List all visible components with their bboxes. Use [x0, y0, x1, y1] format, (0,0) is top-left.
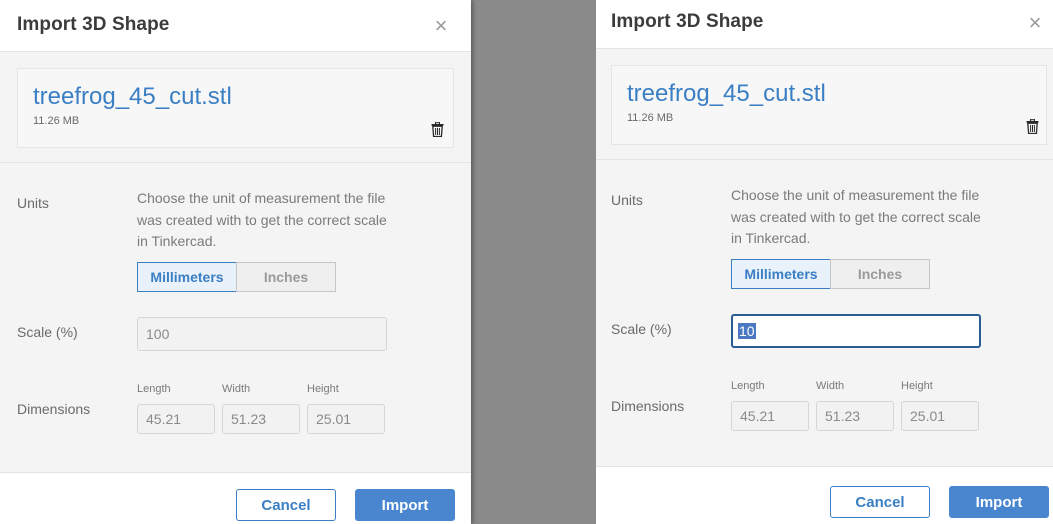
- height-field: 25.01: [307, 404, 385, 434]
- scale-value: 100: [146, 326, 170, 342]
- divider: [0, 162, 471, 163]
- inches-button[interactable]: Inches: [236, 262, 336, 292]
- dimensions-label: Dimensions: [17, 401, 91, 417]
- import-dialog-right: Import 3D Shape × treefrog_45_cut.stl 11…: [596, 0, 1053, 524]
- length-label: Length: [731, 380, 765, 392]
- file-name: treefrog_45_cut.stl: [33, 83, 232, 110]
- dialog-header: Import 3D Shape ×: [0, 0, 471, 52]
- file-size: 11.26 MB: [627, 112, 674, 124]
- import-button[interactable]: Import: [949, 486, 1049, 518]
- height-label: Height: [307, 383, 339, 395]
- scale-label: Scale (%): [17, 324, 78, 340]
- width-label: Width: [222, 383, 251, 395]
- width-field: 51.23: [222, 404, 300, 434]
- file-size: 11.26 MB: [33, 115, 80, 127]
- scale-input[interactable]: 10: [731, 314, 981, 348]
- file-card: treefrog_45_cut.stl 11.26 MB: [17, 68, 454, 148]
- divider: [596, 159, 1053, 160]
- length-label: Length: [137, 383, 171, 395]
- length-value: 45.21: [146, 411, 182, 427]
- dialog-footer: Cancel Import: [596, 468, 1053, 524]
- width-field: 51.23: [816, 401, 894, 431]
- close-icon[interactable]: ×: [1025, 11, 1045, 35]
- inches-button[interactable]: Inches: [830, 259, 930, 289]
- millimeters-button[interactable]: Millimeters: [137, 262, 237, 292]
- units-description: Choose the unit of measurement the file …: [137, 190, 387, 249]
- cancel-button[interactable]: Cancel: [830, 486, 930, 518]
- length-field: 45.21: [731, 401, 809, 431]
- import-dialog-left: Import 3D Shape × treefrog_45_cut.stl 11…: [0, 0, 471, 524]
- width-value: 51.23: [231, 411, 267, 427]
- units-toggle: Millimeters Inches: [731, 259, 931, 289]
- dialog-title: Import 3D Shape: [611, 11, 764, 32]
- dimensions-label: Dimensions: [611, 398, 685, 414]
- height-value: 25.01: [910, 408, 946, 424]
- dialog-title: Import 3D Shape: [17, 14, 170, 35]
- millimeters-button[interactable]: Millimeters: [731, 259, 831, 289]
- close-icon[interactable]: ×: [431, 14, 451, 38]
- units-label: Units: [17, 195, 49, 211]
- cancel-button[interactable]: Cancel: [236, 489, 336, 521]
- import-button[interactable]: Import: [355, 489, 455, 521]
- units-label: Units: [611, 192, 643, 208]
- length-value: 45.21: [740, 408, 776, 424]
- scale-value-selected: 10: [738, 323, 756, 339]
- height-field: 25.01: [901, 401, 979, 431]
- units-toggle: Millimeters Inches: [137, 262, 337, 292]
- file-name: treefrog_45_cut.stl: [627, 80, 826, 107]
- height-value: 25.01: [316, 411, 352, 427]
- dialog-body: treefrog_45_cut.stl 11.26 MB Units Choos…: [0, 52, 471, 473]
- scale-label: Scale (%): [611, 321, 672, 337]
- width-value: 51.23: [825, 408, 861, 424]
- width-label: Width: [816, 380, 845, 392]
- length-field: 45.21: [137, 404, 215, 434]
- dialog-body: treefrog_45_cut.stl 11.26 MB Units Choos…: [596, 49, 1053, 467]
- units-description: Choose the unit of measurement the file …: [731, 187, 981, 246]
- trash-icon[interactable]: [431, 122, 444, 137]
- height-label: Height: [901, 380, 933, 392]
- file-card: treefrog_45_cut.stl 11.26 MB: [611, 65, 1047, 145]
- dialog-footer: Cancel Import: [0, 474, 471, 524]
- dialog-header: Import 3D Shape ×: [596, 0, 1053, 49]
- trash-icon[interactable]: [1026, 119, 1039, 134]
- scale-input[interactable]: 100: [137, 317, 387, 351]
